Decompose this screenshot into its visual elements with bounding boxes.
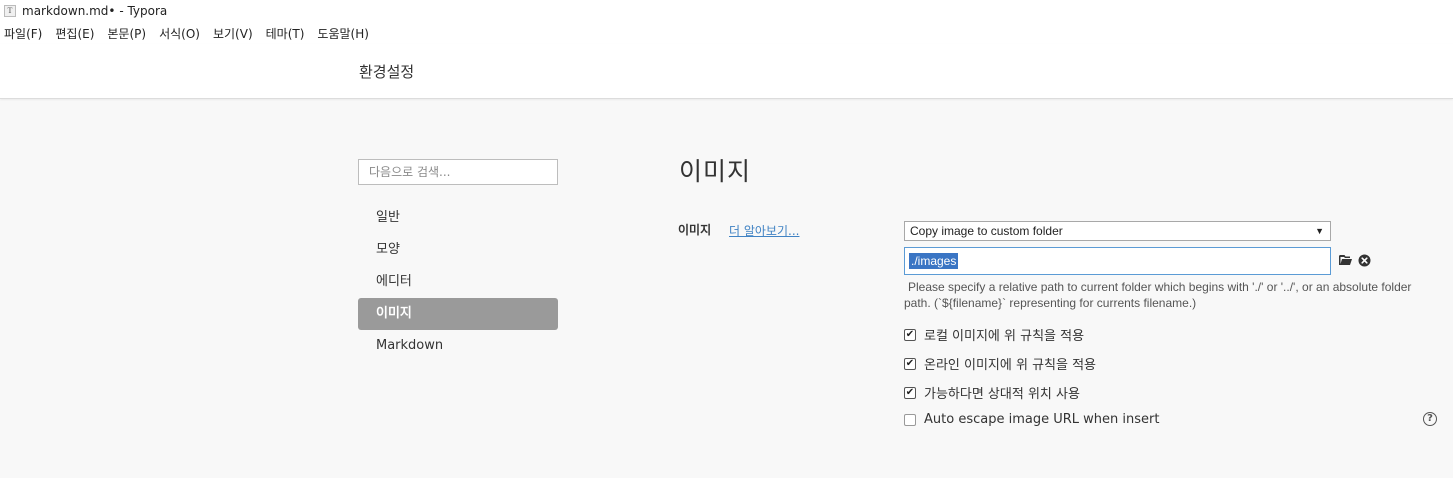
menu-view[interactable]: 보기(V): [213, 25, 253, 42]
image-folder-path-value: ./images: [909, 253, 959, 269]
option-apply-online-images[interactable]: ✔ 온라인 이미지에 위 규칙을 적용: [904, 354, 1096, 373]
sidebar-item-editor[interactable]: 에디터: [358, 266, 558, 298]
option-label: 온라인 이미지에 위 규칙을 적용: [924, 358, 1097, 373]
chevron-down-icon: ▼: [1315, 226, 1324, 236]
sidebar-nav: 일반 모양 에디터 이미지 Markdown: [358, 202, 558, 362]
option-auto-escape-url[interactable]: Auto escape image URL when insert: [904, 412, 1159, 427]
option-use-relative-path[interactable]: ✔ 가능하다면 상대적 위치 사용: [904, 383, 1080, 402]
menu-help[interactable]: 도움말(H): [317, 25, 369, 42]
window-title: markdown.md• - Typora: [22, 4, 168, 18]
menu-file[interactable]: 파일(F): [4, 25, 42, 42]
option-apply-local-images[interactable]: ✔ 로컬 이미지에 위 규칙을 적용: [904, 325, 1084, 344]
preferences-header: 환경설정: [0, 44, 1453, 99]
insert-image-action-value: Copy image to custom folder: [910, 224, 1063, 238]
close-circle-icon[interactable]: [1358, 254, 1371, 267]
search-input[interactable]: [358, 159, 558, 185]
image-setting-label: 이미지: [678, 223, 712, 237]
title-bar: T markdown.md• - Typora: [0, 0, 1453, 22]
option-label: 가능하다면 상대적 위치 사용: [924, 387, 1080, 402]
sidebar-item-markdown[interactable]: Markdown: [358, 330, 558, 362]
page-title: 환경설정: [359, 63, 415, 81]
folder-icon[interactable]: [1339, 254, 1352, 266]
help-icon[interactable]: ?: [1423, 412, 1437, 426]
section-title: 이미지: [679, 157, 752, 186]
checkbox-unchecked-icon[interactable]: [904, 413, 916, 426]
learn-more-link[interactable]: 더 알아보기...: [729, 222, 799, 239]
typora-app-icon: T: [4, 5, 16, 17]
checkbox-checked-icon[interactable]: ✔: [904, 328, 916, 341]
menu-paragraph[interactable]: 본문(P): [107, 25, 146, 42]
menu-bar: 파일(F) 편집(E) 본문(P) 서식(O) 보기(V) 테마(T) 도움말(…: [0, 22, 1453, 44]
checkbox-checked-icon[interactable]: ✔: [904, 357, 916, 370]
option-label: 로컬 이미지에 위 규칙을 적용: [924, 329, 1085, 344]
sidebar-item-image[interactable]: 이미지: [358, 298, 558, 330]
checkbox-checked-icon[interactable]: ✔: [904, 386, 916, 399]
option-label: Auto escape image URL when insert: [924, 412, 1160, 427]
folder-path-hint: Please specify a relative path to curren…: [904, 280, 1412, 310]
menu-themes[interactable]: 테마(T): [266, 25, 305, 42]
image-folder-path-input[interactable]: ./images: [904, 247, 1331, 275]
insert-image-action-select[interactable]: Copy image to custom folder ▼: [904, 221, 1331, 241]
menu-edit[interactable]: 편집(E): [55, 25, 94, 42]
sidebar-item-general[interactable]: 일반: [358, 202, 558, 234]
sidebar-item-appearance[interactable]: 모양: [358, 234, 558, 266]
menu-format[interactable]: 서식(O): [159, 25, 200, 42]
